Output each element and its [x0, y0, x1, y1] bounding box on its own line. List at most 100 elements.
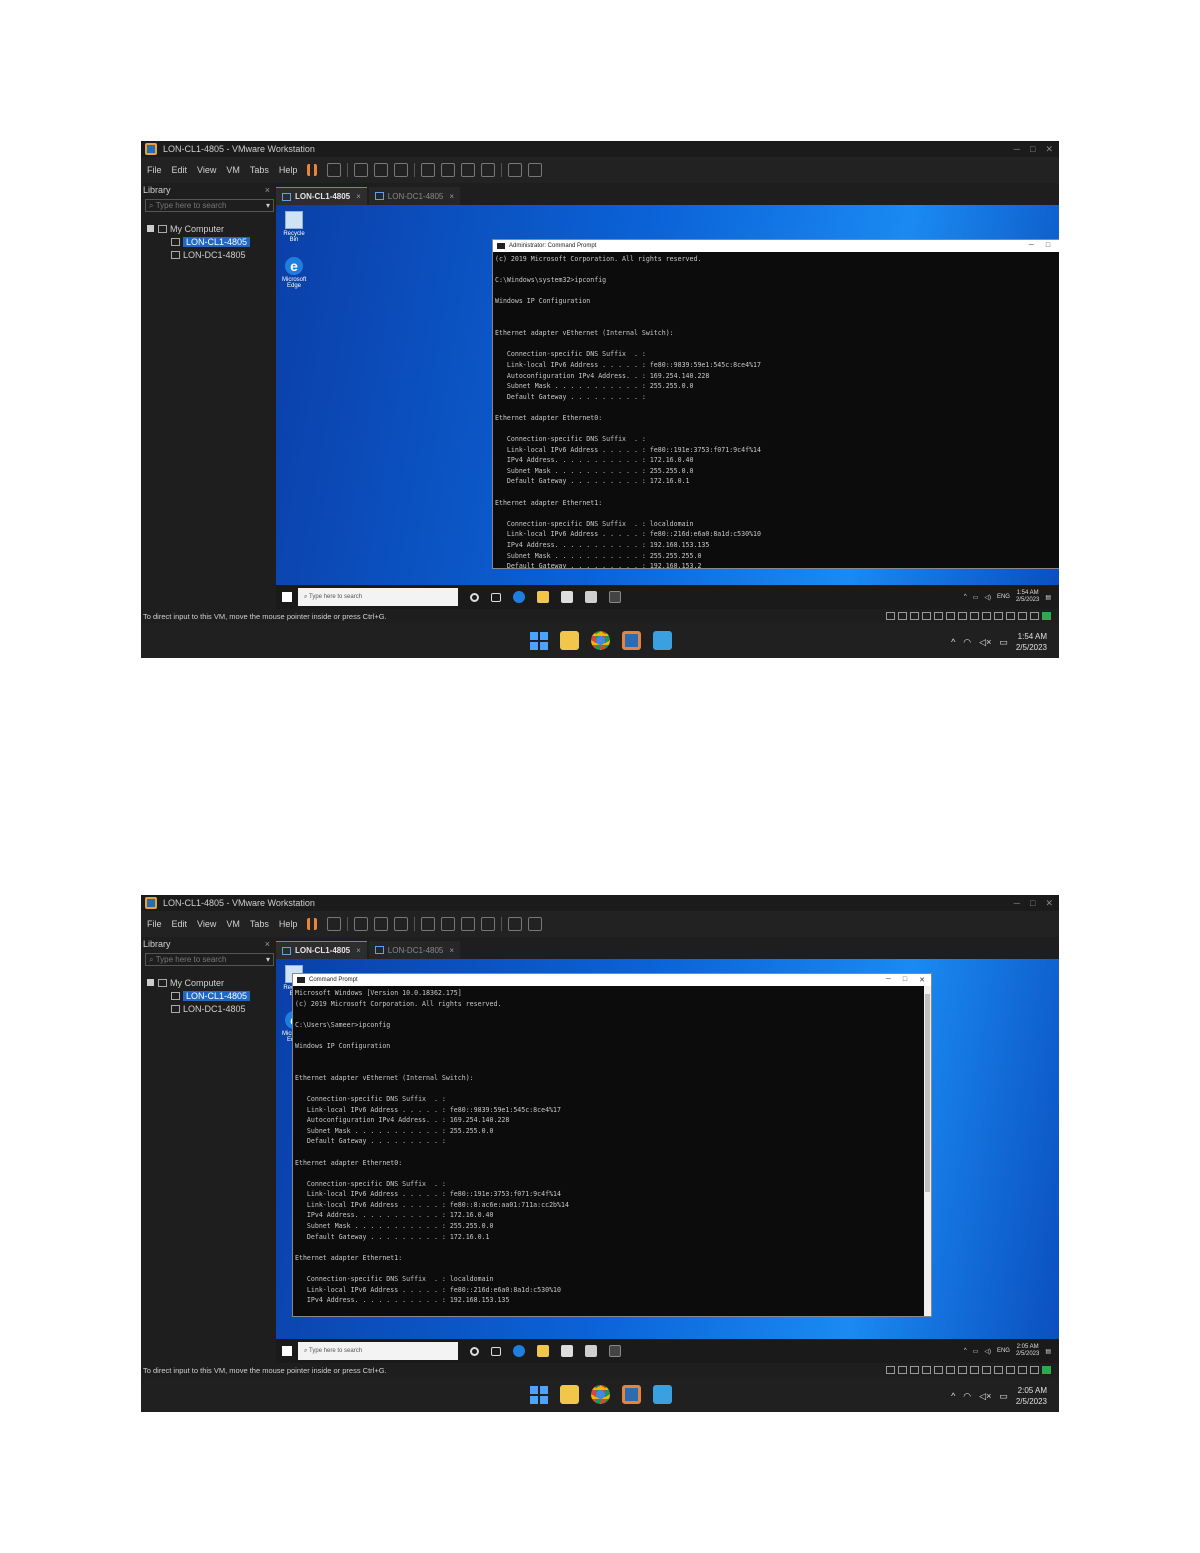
cd-dvd-icon[interactable]: [946, 1366, 955, 1374]
menu-help[interactable]: Help: [279, 165, 298, 175]
notifications-icon[interactable]: ▤: [1045, 594, 1051, 601]
cmd-scrollbar[interactable]: [924, 986, 931, 1316]
tab-close-icon[interactable]: ×: [356, 946, 361, 955]
edge-icon[interactable]: [513, 1345, 525, 1357]
hard-disk-icon[interactable]: [934, 612, 943, 620]
scrollbar-thumb[interactable]: [925, 994, 930, 1192]
network-icon[interactable]: ▭: [973, 1348, 979, 1355]
console-view-icon[interactable]: [508, 163, 523, 177]
mail-icon[interactable]: [585, 591, 597, 603]
guest-search-box[interactable]: ⌕ Type here to search: [298, 1342, 458, 1360]
minimize-icon[interactable]: ─: [886, 976, 891, 984]
file-explorer-icon[interactable]: [537, 1345, 549, 1357]
thumbnail-bar-icon[interactable]: [441, 917, 456, 931]
file-explorer-icon[interactable]: [560, 631, 579, 650]
cmd-output[interactable]: Microsoft Windows [Version 10.0.18362.17…: [293, 986, 924, 1316]
windows-start-icon[interactable]: [529, 1385, 548, 1404]
tray-chevron-icon[interactable]: ^: [951, 1391, 955, 1401]
display-icon[interactable]: [1030, 1366, 1039, 1374]
menu-edit[interactable]: Edit: [172, 165, 188, 175]
tab-lon-cl1[interactable]: LON-CL1-4805 ×: [276, 187, 367, 205]
guest-clock[interactable]: 1:54 AM 2/5/2023: [1016, 590, 1039, 604]
expand-icon[interactable]: [147, 979, 154, 986]
host-clock[interactable]: 2:05 AM 2/5/2023: [1016, 1385, 1047, 1407]
guest-search-box[interactable]: ⌕ Type here to search: [298, 588, 458, 606]
cortana-icon[interactable]: [470, 592, 479, 602]
notifications-icon[interactable]: ▤: [1045, 1348, 1051, 1355]
menu-help[interactable]: Help: [279, 919, 298, 929]
unity-icon[interactable]: [481, 163, 496, 177]
network-adapter-icon[interactable]: [958, 612, 967, 620]
close-icon[interactable]: ✕: [1045, 898, 1053, 909]
recycle-bin-desktop-icon[interactable]: Recycle Bin: [282, 211, 306, 243]
usb-icon[interactable]: [994, 1366, 1003, 1374]
store-icon[interactable]: [561, 1345, 573, 1357]
vmware-taskbar-icon[interactable]: [622, 1385, 641, 1404]
show-library-icon[interactable]: [421, 163, 436, 177]
tray-chevron-icon[interactable]: ^: [964, 594, 967, 600]
tree-node-vm-2[interactable]: LON-DC1-4805: [147, 1002, 276, 1015]
tree-node-vm-1[interactable]: LON-CL1-4805: [147, 235, 276, 248]
library-close-icon[interactable]: ×: [265, 939, 270, 949]
send-ctrl-alt-del-icon[interactable]: [327, 163, 342, 177]
cd-dvd-icon[interactable]: [982, 1366, 991, 1374]
hard-disk-icon[interactable]: [886, 1366, 895, 1374]
windows-start-icon[interactable]: [282, 1346, 292, 1356]
tab-close-icon[interactable]: ×: [356, 192, 361, 201]
menu-vm[interactable]: VM: [226, 919, 240, 929]
hard-disk-icon[interactable]: [898, 612, 907, 620]
edge-desktop-icon[interactable]: e Microsoft Edge: [282, 257, 306, 289]
volume-icon[interactable]: ◁×: [979, 637, 991, 648]
thumbnail-bar-icon[interactable]: [441, 163, 456, 177]
hard-disk-icon[interactable]: [910, 612, 919, 620]
cmd-taskbar-icon[interactable]: [609, 1345, 621, 1357]
hard-disk-icon[interactable]: [910, 1366, 919, 1374]
tab-lon-dc1[interactable]: LON-DC1-4805 ×: [368, 187, 461, 205]
windows-start-icon[interactable]: [529, 631, 548, 650]
menu-edit[interactable]: Edit: [172, 919, 188, 929]
maximize-icon[interactable]: □: [903, 976, 907, 984]
stretch-guest-icon[interactable]: [528, 917, 543, 931]
chevron-down-icon[interactable]: ▾: [266, 955, 270, 964]
mail-icon[interactable]: [585, 1345, 597, 1357]
snapshot-manager-icon[interactable]: [394, 917, 409, 931]
snapshot-manager-icon[interactable]: [394, 163, 409, 177]
display-icon[interactable]: [1030, 612, 1039, 620]
tree-node-vm-1[interactable]: LON-CL1-4805: [147, 989, 276, 1002]
sound-card-icon[interactable]: [1006, 612, 1015, 620]
file-explorer-icon[interactable]: [560, 1385, 579, 1404]
stretch-guest-icon[interactable]: [528, 163, 543, 177]
tab-lon-dc1[interactable]: LON-DC1-4805 ×: [368, 941, 461, 959]
hard-disk-icon[interactable]: [886, 612, 895, 620]
send-ctrl-alt-del-icon[interactable]: [327, 917, 342, 931]
language-indicator[interactable]: ENG: [997, 1348, 1010, 1354]
close-icon[interactable]: ✕: [919, 976, 925, 984]
menu-tabs[interactable]: Tabs: [250, 165, 269, 175]
tab-close-icon[interactable]: ×: [449, 192, 454, 201]
wifi-icon[interactable]: ◠: [963, 1391, 971, 1402]
hard-disk-icon[interactable]: [922, 1366, 931, 1374]
command-prompt-window[interactable]: Command Prompt ─ □ ✕ Microsoft Windows […: [292, 973, 932, 1317]
cmd-taskbar-icon[interactable]: [609, 591, 621, 603]
library-search-input[interactable]: ⌕ Type here to search ▾: [145, 199, 274, 212]
network-adapter-icon[interactable]: [970, 612, 979, 620]
volume-icon[interactable]: ◁×: [979, 1391, 991, 1402]
maximize-icon[interactable]: □: [1030, 144, 1035, 155]
full-screen-icon[interactable]: [461, 163, 476, 177]
sound-card-icon[interactable]: [1006, 1366, 1015, 1374]
task-view-icon[interactable]: [491, 1346, 501, 1356]
guest-clock[interactable]: 2:05 AM 2/5/2023: [1016, 1344, 1039, 1358]
cortana-icon[interactable]: [470, 1346, 479, 1356]
notepad-icon[interactable]: [653, 631, 672, 650]
usb-icon[interactable]: [994, 612, 1003, 620]
tab-lon-cl1[interactable]: LON-CL1-4805 ×: [276, 941, 367, 959]
message-log-icon[interactable]: [1042, 612, 1051, 620]
cd-dvd-icon[interactable]: [946, 612, 955, 620]
tree-node-my-computer[interactable]: My Computer: [147, 976, 276, 989]
library-close-icon[interactable]: ×: [265, 185, 270, 195]
task-view-icon[interactable]: [491, 592, 501, 602]
vmware-taskbar-icon[interactable]: [622, 631, 641, 650]
menu-tabs[interactable]: Tabs: [250, 919, 269, 929]
library-search-input[interactable]: ⌕ Type here to search ▾: [145, 953, 274, 966]
language-indicator[interactable]: ENG: [997, 594, 1010, 600]
